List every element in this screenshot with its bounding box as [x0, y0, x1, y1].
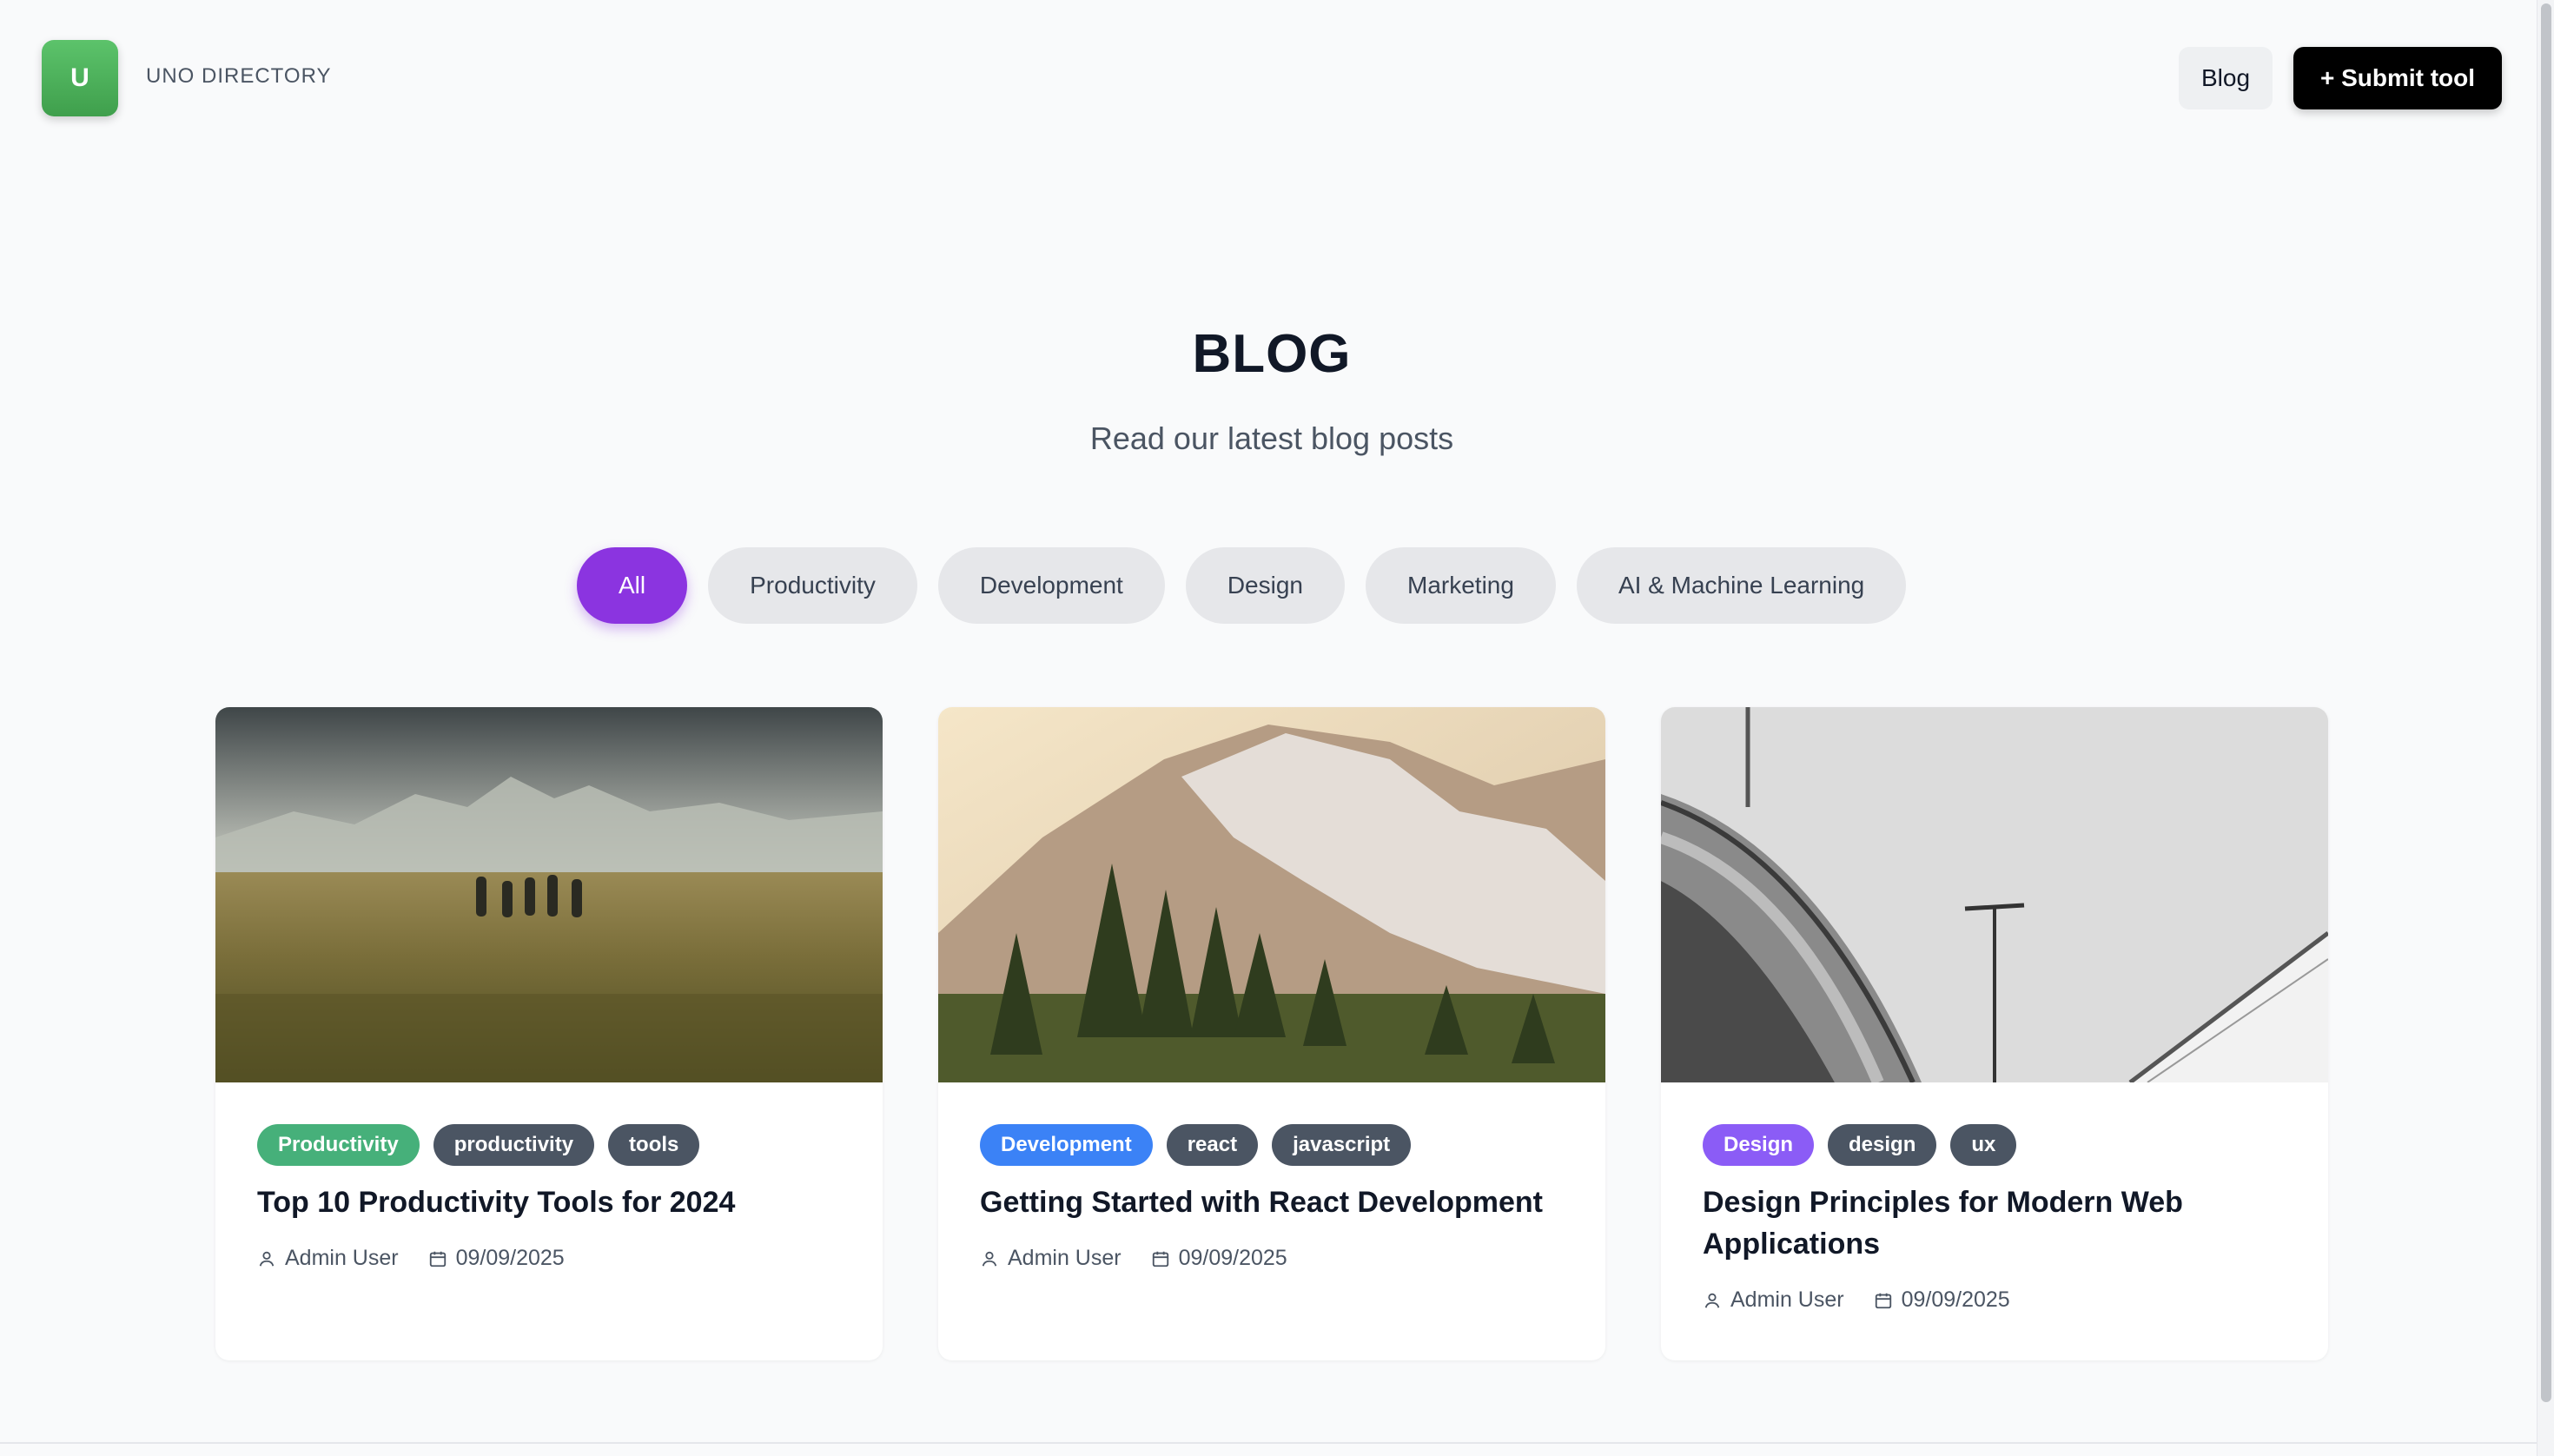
user-icon: [1704, 1293, 1720, 1308]
filter-development[interactable]: Development: [937, 547, 1165, 624]
user-icon: [982, 1251, 997, 1267]
post-author: Admin User: [1008, 1246, 1122, 1270]
post-image-mountain: [938, 707, 1605, 1082]
logo[interactable]: U: [42, 40, 118, 116]
nav-blog-link[interactable]: Blog: [2179, 47, 2273, 109]
calendar-icon: [1152, 1251, 1168, 1267]
post-date: 09/09/2025: [1178, 1246, 1287, 1270]
tag-badge[interactable]: tools: [608, 1124, 700, 1166]
scrollbar-thumb[interactable]: [2541, 3, 2551, 1402]
logo-letter: U: [70, 63, 89, 92]
post-tags: Design design ux: [1703, 1124, 2017, 1166]
post-date: 09/09/2025: [455, 1246, 565, 1270]
scrollbar[interactable]: [2537, 0, 2554, 1456]
post-meta: Admin User 09/09/2025: [257, 1246, 594, 1271]
category-badge[interactable]: Productivity: [257, 1124, 420, 1166]
post-author: Admin User: [285, 1246, 399, 1270]
post-title[interactable]: Top 10 Productivity Tools for 2024: [257, 1181, 848, 1223]
tag-badge[interactable]: javascript: [1272, 1124, 1412, 1166]
filter-ai-machine-learning[interactable]: AI & Machine Learning: [1576, 547, 1907, 624]
filter-all[interactable]: All: [577, 547, 688, 624]
blog-card[interactable]: Design design ux Design Principles for M…: [1661, 707, 2328, 1360]
filter-productivity[interactable]: Productivity: [708, 547, 917, 624]
post-date: 09/09/2025: [1901, 1287, 2010, 1312]
tag-badge[interactable]: design: [1828, 1124, 1937, 1166]
page: U UNO DIRECTORY Blog + Submit tool BLOG …: [0, 0, 2554, 1456]
user-icon: [259, 1251, 275, 1267]
post-author: Admin User: [1730, 1287, 1844, 1312]
category-badge[interactable]: Design: [1703, 1124, 1815, 1166]
category-badge[interactable]: Development: [980, 1124, 1153, 1166]
blog-card[interactable]: Development react javascript Getting Sta…: [938, 707, 1605, 1360]
blog-card[interactable]: Productivity productivity tools Top 10 P…: [215, 707, 883, 1360]
brand-name[interactable]: UNO DIRECTORY: [146, 64, 331, 89]
post-tags: Productivity productivity tools: [257, 1124, 700, 1166]
tag-badge[interactable]: ux: [1950, 1124, 2017, 1166]
page-subtitle: Read our latest blog posts: [1089, 420, 1454, 456]
post-meta: Admin User 09/09/2025: [1703, 1287, 2040, 1313]
post-image-architecture: [1661, 707, 2328, 1082]
page-title: BLOG: [1192, 324, 1352, 384]
post-title[interactable]: Getting Started with React Development: [980, 1181, 1571, 1223]
calendar-icon: [1875, 1293, 1891, 1308]
submit-tool-button[interactable]: + Submit tool: [2293, 47, 2502, 109]
calendar-icon: [429, 1251, 446, 1267]
filter-design[interactable]: Design: [1185, 547, 1345, 624]
category-filters: All Productivity Development Design Mark…: [577, 547, 1907, 624]
filter-marketing[interactable]: Marketing: [1366, 547, 1556, 624]
tag-badge[interactable]: productivity: [433, 1124, 595, 1166]
post-meta: Admin User 09/09/2025: [980, 1246, 1317, 1271]
post-tags: Development react javascript: [980, 1124, 1412, 1166]
post-image-grassland: [215, 707, 883, 1082]
footer-divider: [0, 1442, 2537, 1444]
tag-badge[interactable]: react: [1166, 1124, 1259, 1166]
post-title[interactable]: Design Principles for Modern Web Applica…: [1703, 1181, 2293, 1265]
